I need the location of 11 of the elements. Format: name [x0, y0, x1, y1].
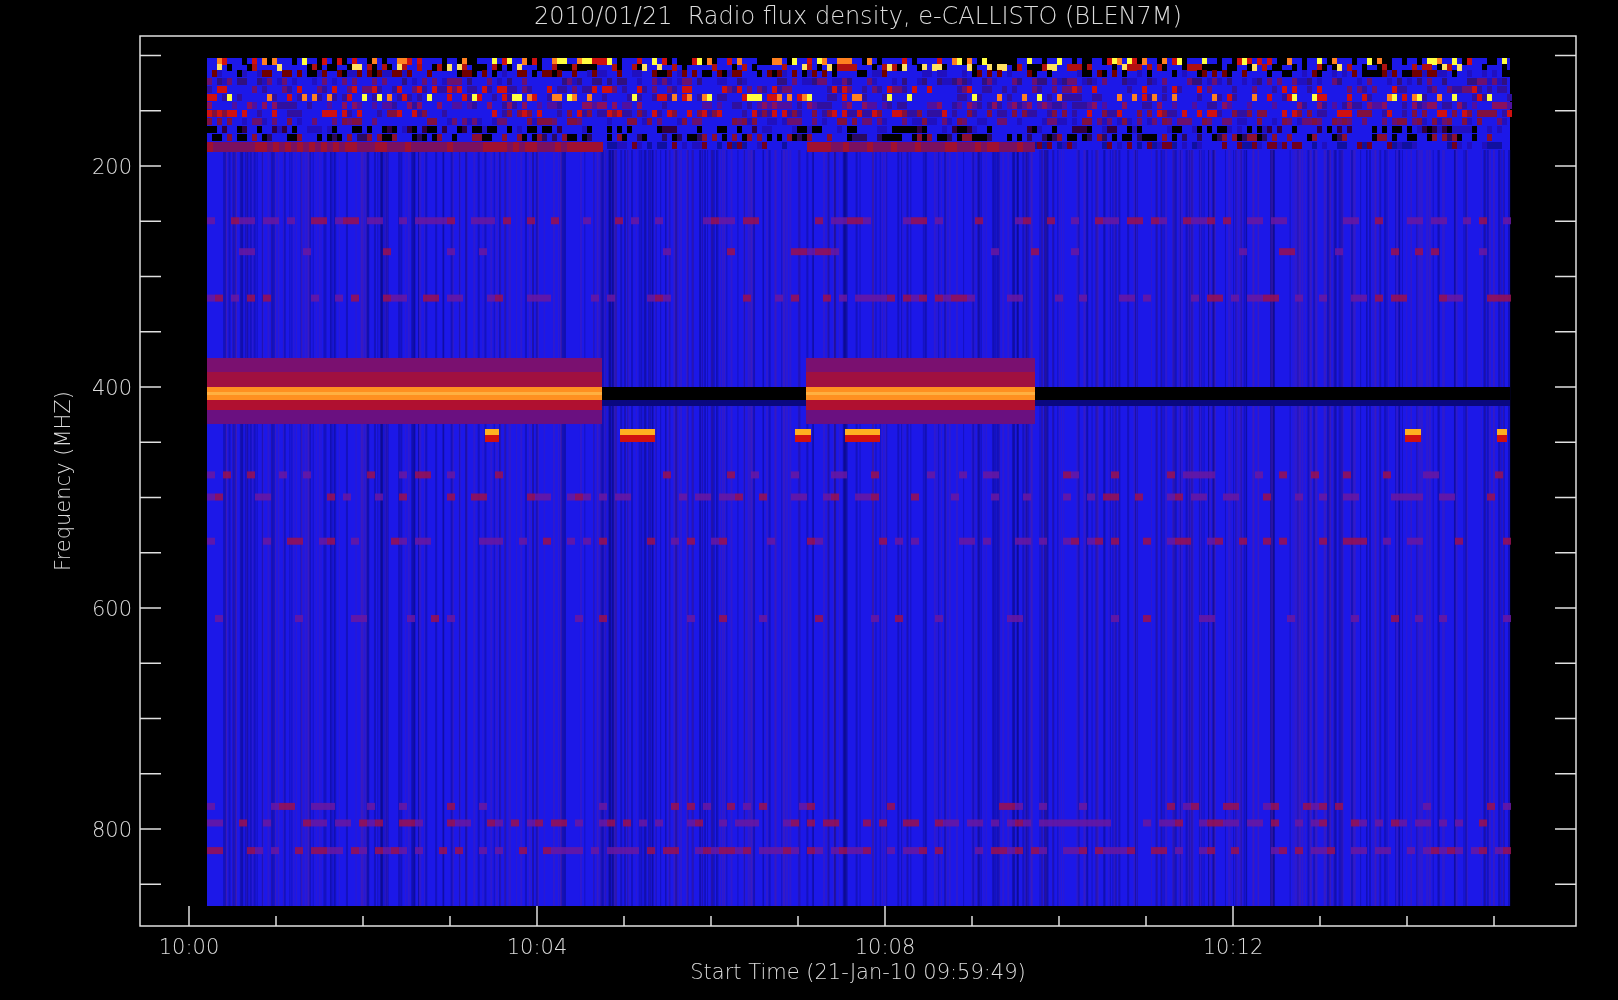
y-tick-label: 200: [91, 155, 132, 179]
x-tick-label: 10:08: [854, 935, 916, 959]
x-axis-label: Start Time (21-Jan-10 09:59:49): [690, 960, 1026, 984]
x-tick-label: 10:12: [1202, 935, 1264, 959]
y-axis-label: Frequency (MHZ): [51, 391, 75, 571]
x-tick-label: 10:04: [506, 935, 568, 959]
y-tick-label: 600: [91, 597, 132, 621]
x-tick-label: 10:00: [158, 935, 220, 959]
chart-title: 2010/01/21 Radio flux density, e-CALLISTO (BLEN7M): [534, 2, 1182, 30]
y-tick-label: 800: [91, 818, 132, 842]
y-tick-label: 400: [91, 376, 132, 400]
